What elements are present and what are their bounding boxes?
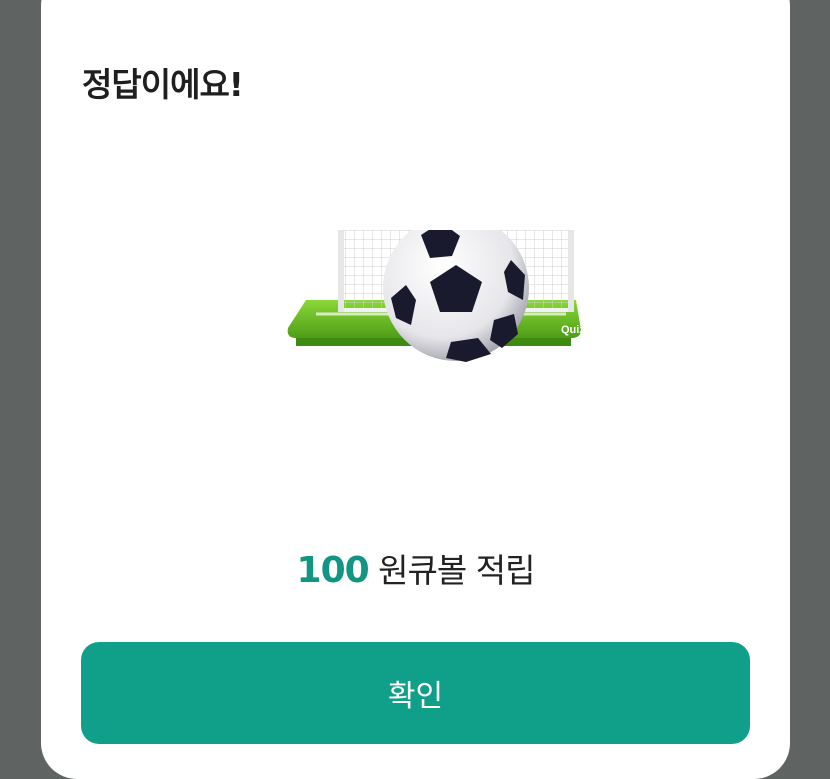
- reward-message: 100 원큐볼 적립: [41, 544, 790, 592]
- reward-amount: 100: [296, 550, 370, 591]
- dialog-title: 정답이에요!: [82, 65, 244, 104]
- confirm-button[interactable]: 확인: [81, 642, 750, 744]
- quiz-badge: Quiz: [561, 324, 585, 336]
- quiz-result-dialog: 정답이에요! Quiz 100 원큐볼 적립 확인: [41, 0, 790, 779]
- reward-suffix: 원큐볼 적립: [378, 551, 535, 590]
- soccer-goal-icon: Quiz: [287, 230, 585, 362]
